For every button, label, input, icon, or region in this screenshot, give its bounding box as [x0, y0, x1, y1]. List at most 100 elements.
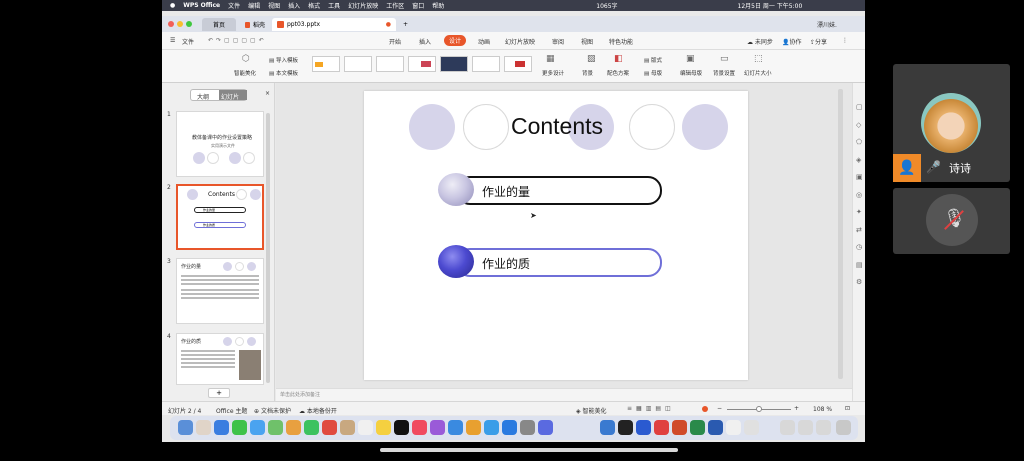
slide-size-button[interactable]: 幻灯片大小 — [744, 69, 772, 77]
tab-slides[interactable]: 幻灯片 — [219, 90, 247, 101]
template-thumb-2[interactable] — [344, 56, 372, 72]
view-mode-icons[interactable]: ≡▦▥▤◫ — [627, 405, 675, 412]
color-scheme-icon[interactable]: ◧ — [614, 54, 623, 64]
master-button[interactable]: ▤ 母版 — [644, 69, 662, 77]
template-thumb-4[interactable] — [408, 56, 436, 72]
user-name[interactable]: 漂川妹. — [817, 20, 837, 29]
slide-thumb-4[interactable]: 作业的质 — [176, 333, 264, 385]
tab-animation[interactable]: 动画 — [478, 37, 490, 46]
more-design-icon[interactable]: ▦ — [546, 54, 555, 64]
backup-status[interactable]: ☁ 本地备份开 — [299, 406, 337, 415]
beautify-icon[interactable]: ⬡ — [242, 54, 250, 64]
quick-access-icons[interactable]: ↶↷▢▢▢▢↶ — [208, 37, 267, 44]
tab-slideshow[interactable]: 幻灯片放映 — [505, 37, 535, 46]
maps-icon[interactable] — [268, 420, 283, 435]
background-settings-button[interactable]: 背景设置 — [713, 69, 735, 77]
menu-help[interactable]: 帮助 — [432, 1, 444, 10]
app-name[interactable]: WPS Office — [183, 2, 220, 9]
tab-features[interactable]: 特色功能 — [609, 37, 633, 46]
tab-insert[interactable]: 插入 — [419, 37, 431, 46]
calendar-icon[interactable] — [322, 420, 337, 435]
terminal-icon[interactable] — [618, 420, 633, 435]
contacts-icon[interactable] — [340, 420, 355, 435]
pages-icon[interactable] — [466, 420, 481, 435]
minimize-window-button[interactable] — [177, 21, 183, 27]
menu-slideshow[interactable]: 幻灯片放映 — [348, 1, 378, 10]
microphone-on-icon[interactable]: 🎤 — [926, 160, 941, 174]
close-panel-icon[interactable]: × — [265, 90, 270, 97]
word-icon[interactable] — [708, 420, 723, 435]
home-indicator[interactable] — [380, 448, 678, 452]
downloads-icon[interactable] — [780, 420, 795, 435]
tab-review[interactable]: 审阅 — [552, 37, 564, 46]
edit-master-icon[interactable]: ▣ — [686, 54, 695, 64]
more-options-icon[interactable]: ⋮ — [842, 37, 848, 44]
menu-format[interactable]: 格式 — [308, 1, 320, 10]
tab-start[interactable]: 开始 — [389, 37, 401, 46]
background-button[interactable]: 背景 — [582, 69, 593, 77]
zoom-level[interactable]: 108 % — [813, 406, 832, 413]
edit-master-button[interactable]: 编辑母版 — [680, 69, 702, 77]
slide-size-icon[interactable]: ⬚ — [754, 54, 763, 64]
template-thumb-3[interactable] — [376, 56, 404, 72]
tab-view[interactable]: 视图 — [581, 37, 593, 46]
tv-icon[interactable] — [394, 420, 409, 435]
baidu-netdisk-icon[interactable] — [600, 420, 615, 435]
close-window-button[interactable] — [168, 21, 174, 27]
files-icon[interactable] — [744, 420, 759, 435]
notes-bar[interactable]: 单击此处添加备注 — [276, 388, 852, 401]
facetime-icon[interactable] — [304, 420, 319, 435]
background-settings-icon[interactable]: ▭ — [720, 54, 729, 64]
share-button[interactable]: ⇪分享 — [810, 37, 827, 46]
mail-icon[interactable] — [250, 420, 265, 435]
menu-tools[interactable]: 工具 — [328, 1, 340, 10]
music-icon[interactable] — [412, 420, 427, 435]
participant-tile[interactable]: 👤 🎤 诗诗 — [893, 64, 1010, 182]
sync-status[interactable]: ☁ 未同步 — [747, 37, 773, 46]
fit-window-icon[interactable]: ⊡ — [845, 405, 850, 412]
template-thumb-5[interactable] — [440, 56, 468, 72]
slide-thumb-1[interactable]: 教体备课中的作业设置策略 实用演示文件 — [176, 111, 264, 177]
settings-icon[interactable] — [520, 420, 535, 435]
window-icon[interactable] — [798, 420, 813, 435]
play-slideshow-icon[interactable] — [702, 406, 708, 412]
app-store-icon[interactable] — [502, 420, 517, 435]
notes-icon[interactable] — [376, 420, 391, 435]
finder-icon[interactable] — [178, 420, 193, 435]
slide-thumb-3[interactable]: 作业的量 — [176, 258, 264, 324]
tab-outline[interactable]: 大纲 — [197, 92, 209, 101]
wps-icon[interactable] — [654, 420, 669, 435]
tencent-meeting-icon[interactable] — [636, 420, 651, 435]
content-item-2[interactable]: 作业的质 — [456, 248, 662, 277]
layout-button[interactable]: ▤ 版式 — [644, 56, 662, 64]
content-item-1[interactable]: 作业的量 — [456, 176, 662, 205]
zoom-window-button[interactable] — [186, 21, 192, 27]
excel-icon[interactable] — [690, 420, 705, 435]
numbers-icon[interactable] — [448, 420, 463, 435]
window-icon[interactable] — [816, 420, 831, 435]
new-tab-button[interactable]: + — [398, 18, 410, 31]
tab-design[interactable]: 设计 — [444, 35, 467, 46]
slide-title[interactable]: Contents — [492, 113, 622, 140]
import-template-button[interactable]: ▤ 导入模板 — [269, 56, 298, 64]
template-thumb-6[interactable] — [472, 56, 500, 72]
apple-icon[interactable]: ● — [170, 2, 175, 9]
right-toolbar-icons[interactable]: ▢ ◇ ⬠ ◈ ▣ ◎ ✦ ⇄ ◷ ▤ ⚙ — [856, 99, 863, 292]
template-thumb-7[interactable] — [504, 56, 532, 72]
menu-edit[interactable]: 编辑 — [248, 1, 260, 10]
protect-status[interactable]: ⊕ 文档未保护 — [254, 406, 291, 415]
canvas-scrollbar[interactable] — [838, 89, 843, 379]
file-menu[interactable]: 文件 — [182, 37, 194, 46]
reminders-icon[interactable] — [358, 420, 373, 435]
preview-icon[interactable] — [538, 420, 553, 435]
menu-insert[interactable]: 插入 — [288, 1, 300, 10]
tab-document[interactable]: ppt03.pptx ● — [272, 18, 396, 31]
document-icon[interactable] — [726, 420, 741, 435]
trash-icon[interactable] — [836, 420, 851, 435]
add-slide-button[interactable]: + — [208, 388, 230, 398]
color-scheme-button[interactable]: 配色方案 — [607, 69, 629, 77]
launchpad-icon[interactable] — [196, 420, 211, 435]
background-icon[interactable]: ▨ — [587, 54, 596, 64]
menu-window[interactable]: 窗口 — [412, 1, 424, 10]
beautify-status[interactable]: ◈ 智能美化 — [576, 406, 607, 415]
